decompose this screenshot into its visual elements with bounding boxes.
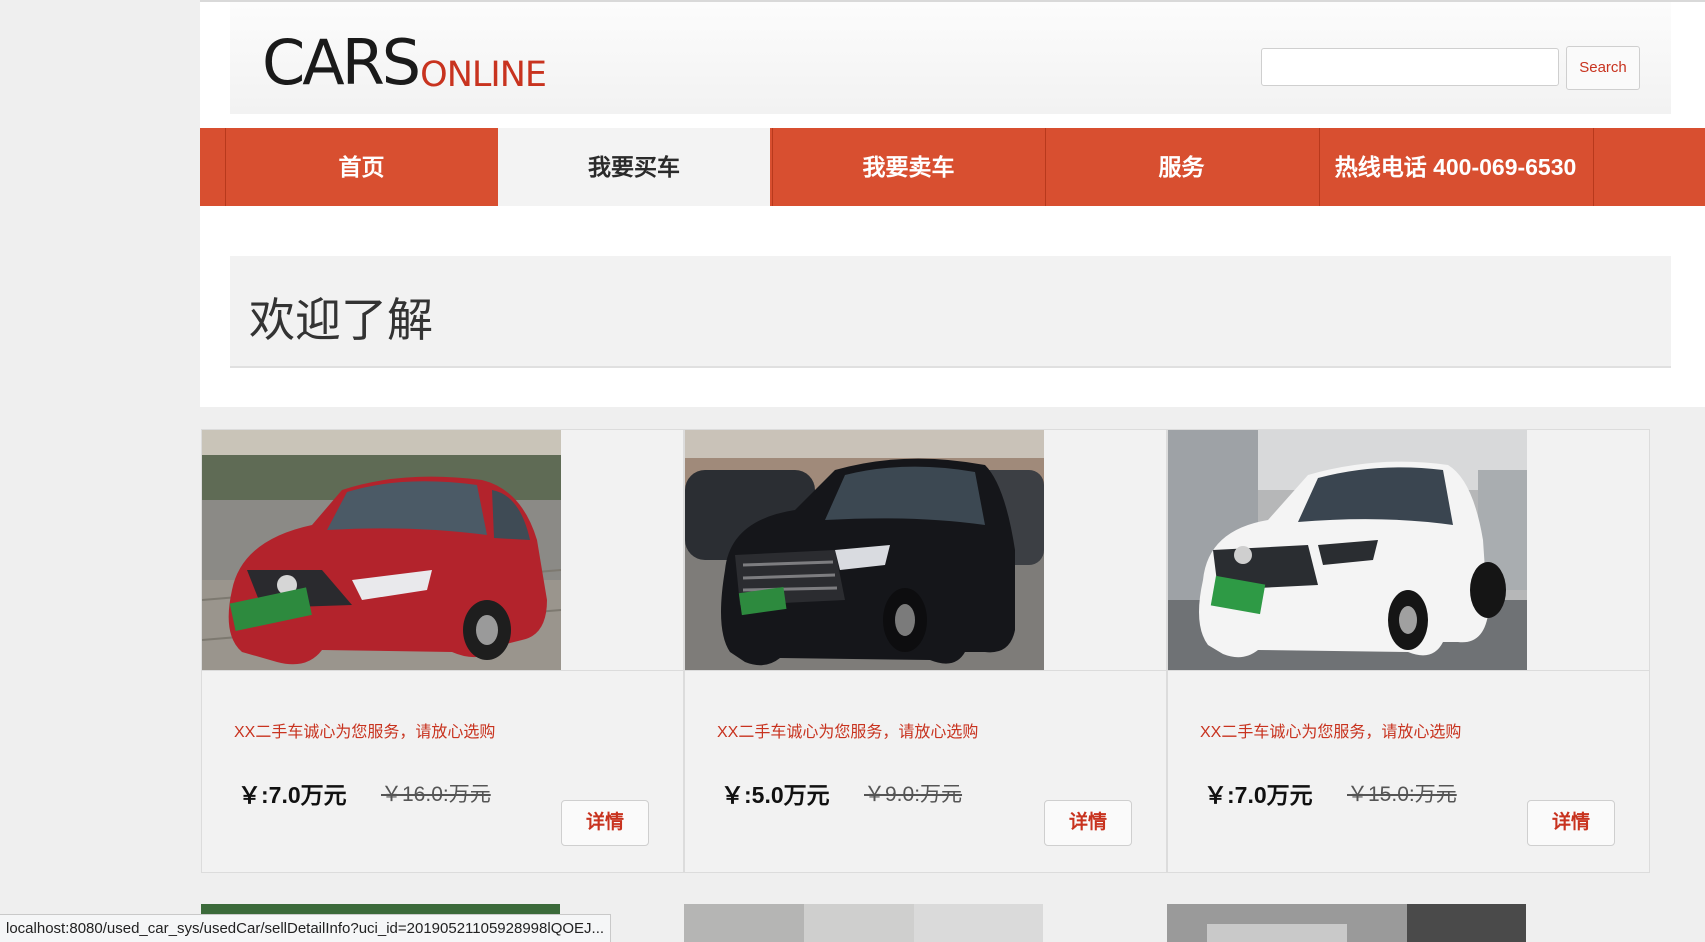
- nav-item-services[interactable]: 服务: [1045, 128, 1317, 206]
- logo-sub-text: ONLINE: [420, 55, 547, 95]
- car-photo-black-suv: [685, 430, 1044, 670]
- listing-card[interactable]: XX二手车诚心为您服务，请放心选购 ￥:7.0万元 ￥15.0:万元 详情: [1167, 429, 1650, 873]
- page-container: CARS ONLINE Search 首页 我要买车 我要卖车 服务 热线电话 …: [200, 0, 1705, 942]
- card-price: ￥:7.0万元: [238, 782, 347, 808]
- card-divider: [202, 670, 683, 671]
- listing-card[interactable]: XX二手车诚心为您服务，请放心选购 ￥:5.0万元 ￥9.0:万元 详情: [684, 429, 1167, 873]
- detail-button[interactable]: 详情: [1527, 800, 1615, 846]
- search-input[interactable]: [1261, 48, 1559, 86]
- card-tagline: XX二手车诚心为您服务，请放心选购: [1200, 724, 1462, 741]
- card-original-price: ￥15.0:万元: [1347, 783, 1457, 806]
- car-photo[interactable]: [202, 430, 561, 670]
- card-original-price: ￥9.0:万元: [864, 783, 963, 806]
- car-photo-white-hatchback: [1168, 430, 1527, 670]
- nav-item-sell-car[interactable]: 我要卖车: [772, 128, 1044, 206]
- car-photo-next-row[interactable]: [684, 904, 1043, 942]
- welcome-banner: 欢迎了解: [230, 256, 1671, 368]
- browser-status-bar: localhost:8080/used_car_sys/usedCar/sell…: [0, 914, 612, 942]
- card-divider: [1168, 670, 1649, 671]
- listings-grid: XX二手车诚心为您服务，请放心选购 ￥:7.0万元 ￥16.0:万元 详情 XX…: [200, 407, 1705, 942]
- welcome-title: 欢迎了解: [249, 293, 433, 347]
- nav-item-hotline[interactable]: 热线电话 400-069-6530: [1319, 128, 1591, 206]
- main-nav: 首页 我要买车 我要卖车 服务 热线电话 400-069-6530: [200, 128, 1705, 206]
- site-header: CARS ONLINE Search: [230, 2, 1671, 114]
- card-divider: [685, 670, 1166, 671]
- card-tagline: XX二手车诚心为您服务，请放心选购: [717, 724, 979, 741]
- detail-button[interactable]: 详情: [1044, 800, 1132, 846]
- card-tagline: XX二手车诚心为您服务，请放心选购: [234, 724, 496, 741]
- detail-button[interactable]: 详情: [561, 800, 649, 846]
- listing-card[interactable]: XX二手车诚心为您服务，请放心选购 ￥:7.0万元 ￥16.0:万元 详情: [201, 429, 684, 873]
- logo-main-text: CARS: [262, 26, 421, 99]
- nav-item-spacer: [1593, 128, 1705, 206]
- search-button[interactable]: Search: [1566, 46, 1640, 90]
- car-photo[interactable]: [685, 430, 1044, 670]
- car-photo-red-sedan: [202, 430, 561, 670]
- car-photo[interactable]: [1168, 430, 1527, 670]
- car-photo-next-row[interactable]: [1167, 904, 1526, 942]
- nav-item-home[interactable]: 首页: [225, 128, 497, 206]
- nav-item-buy-car[interactable]: 我要买车: [498, 128, 770, 206]
- card-price: ￥:5.0万元: [721, 782, 830, 808]
- card-original-price: ￥16.0:万元: [381, 783, 491, 806]
- site-logo[interactable]: CARS ONLINE: [262, 26, 547, 99]
- card-price: ￥:7.0万元: [1204, 782, 1313, 808]
